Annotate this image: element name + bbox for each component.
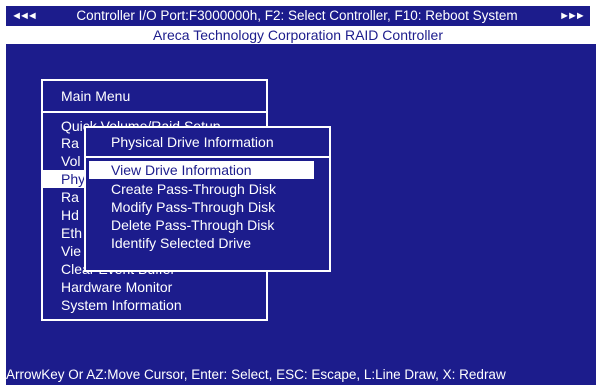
submenu-title: Physical Drive Information (111, 134, 274, 150)
submenu-item-modify-pass-through-disk[interactable]: Modify Pass-Through Disk (111, 198, 275, 216)
main-menu-item-system-information[interactable]: System Information (61, 296, 182, 314)
submenu-item-create-pass-through-disk[interactable]: Create Pass-Through Disk (111, 180, 276, 198)
main-menu-item-raid-set[interactable]: Ra (61, 134, 79, 152)
left-arrows-icon: ◄◄◄ (11, 10, 38, 22)
main-menu-item-view-events[interactable]: Vie (61, 242, 81, 260)
submenu-item-delete-pass-through-disk[interactable]: Delete Pass-Through Disk (111, 216, 274, 234)
main-menu-title: Main Menu (61, 88, 131, 104)
physical-drive-submenu: Physical Drive Information View Drive In… (84, 126, 331, 272)
main-menu-item-volume-set[interactable]: Vol (61, 152, 80, 170)
header-bar: ◄◄◄ Controller I/O Port:F3000000h, F2: S… (6, 6, 590, 26)
submenu-divider (86, 156, 329, 158)
submenu-item-identify-selected-drive[interactable]: Identify Selected Drive (111, 234, 251, 252)
main-menu-item-ethernet[interactable]: Eth (61, 224, 82, 242)
right-arrows-icon: ►►► (559, 10, 586, 22)
main-menu-divider (43, 111, 266, 113)
controller-subtitle: Areca Technology Corporation RAID Contro… (153, 27, 443, 43)
main-menu-item-hardware-monitor[interactable]: Hardware Monitor (61, 278, 172, 296)
submenu-item-view-drive-information[interactable]: View Drive Information (89, 161, 314, 179)
main-menu-item-raid-system[interactable]: Ra (61, 188, 79, 206)
key-help-status-bar: ArrowKey Or AZ:Move Cursor, Enter: Selec… (6, 367, 506, 382)
console-screen: Main Menu Quick Volume/Raid Setup Ra Vol… (6, 44, 596, 385)
main-menu-item-hdd[interactable]: Hd (61, 206, 79, 224)
header-title: Controller I/O Port:F3000000h, F2: Selec… (76, 8, 518, 23)
